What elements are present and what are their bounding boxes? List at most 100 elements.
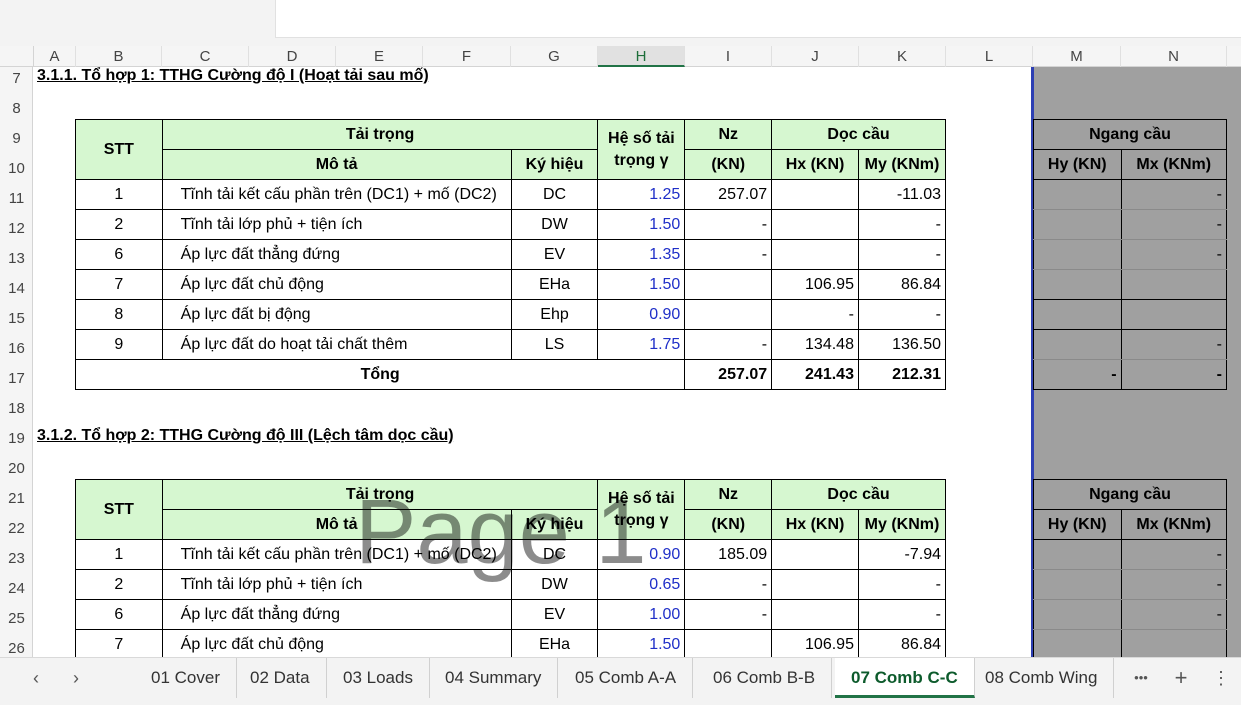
column-header-e[interactable]: E [336, 46, 423, 67]
next-sheet-icon[interactable]: › [58, 658, 94, 698]
cell-mx[interactable]: - [1120, 569, 1228, 600]
cell-hy[interactable] [1033, 539, 1122, 570]
cell-my[interactable]: 136.50 [857, 329, 947, 360]
cell-nz[interactable]: - [684, 239, 773, 270]
tab-06-comb-b-b[interactable]: 06 Comb B-B [697, 658, 833, 698]
more-sheets-icon[interactable]: ••• [1123, 658, 1159, 698]
cell-stt[interactable]: 6 [75, 599, 163, 630]
cell-mx[interactable]: - [1120, 539, 1228, 570]
row-header[interactable]: 16 [0, 334, 33, 364]
cell-desc[interactable]: Tĩnh tải lớp phủ + tiện ích [161, 569, 512, 600]
column-header-n[interactable]: N [1121, 46, 1227, 67]
row-header[interactable]: 7 [0, 64, 33, 94]
cell-hx[interactable]: 106.95 [771, 629, 859, 657]
cell-factor[interactable]: 1.50 [597, 269, 686, 300]
cell-factor[interactable]: 1.35 [597, 239, 686, 270]
cell-sym[interactable]: Ehp [510, 299, 599, 330]
column-header-d[interactable]: D [249, 46, 336, 67]
cell-hy[interactable] [1033, 569, 1122, 600]
cell-desc[interactable]: Tĩnh tải kết cấu phần trên (DC1) + mố (D… [161, 179, 512, 210]
formula-bar[interactable] [275, 0, 1241, 38]
cell-mx[interactable] [1120, 299, 1228, 330]
tab-08-comb-wing[interactable]: 08 Comb Wing [969, 658, 1115, 698]
cell-stt[interactable]: 2 [75, 569, 163, 600]
cell-sym[interactable]: EV [510, 599, 599, 630]
cell-my[interactable]: - [857, 299, 947, 330]
row-header[interactable]: 10 [0, 154, 33, 184]
cell-nz[interactable]: 257.07 [684, 179, 773, 210]
cell-hx[interactable] [771, 239, 859, 270]
cell-mx[interactable]: - [1120, 179, 1228, 210]
cell-stt[interactable]: 7 [75, 269, 163, 300]
column-header-m[interactable]: M [1033, 46, 1121, 67]
cell-desc[interactable]: Áp lực đất chủ động [161, 629, 512, 657]
cell-sym[interactable]: LS [510, 329, 599, 360]
cell-hy[interactable] [1033, 209, 1122, 240]
cell-desc[interactable]: Áp lực đất bị động [161, 299, 512, 330]
cell-nz[interactable] [684, 629, 773, 657]
cell-factor[interactable]: 1.00 [597, 599, 686, 630]
cell-hx[interactable] [771, 569, 859, 600]
cell-desc[interactable]: Tĩnh tải kết cấu phần trên (DC1) + mố (D… [161, 539, 512, 570]
cell-factor[interactable]: 0.90 [597, 539, 686, 570]
cell-desc[interactable]: Áp lực đất thẳng đứng [161, 239, 512, 270]
cell-hx[interactable] [771, 599, 859, 630]
sheet-menu-icon[interactable]: ⋮ [1203, 658, 1239, 698]
cell-hx[interactable] [771, 209, 859, 240]
cell-sym[interactable]: DW [510, 569, 599, 600]
cell-hx[interactable]: 134.48 [771, 329, 859, 360]
cell-stt[interactable]: 1 [75, 539, 163, 570]
row-header[interactable]: 11 [0, 184, 33, 214]
row-header[interactable]: 21 [0, 484, 33, 514]
cell-factor[interactable]: 1.25 [597, 179, 686, 210]
cell-my[interactable]: 86.84 [857, 269, 947, 300]
cell-hy[interactable] [1033, 239, 1122, 270]
total-hy[interactable]: - [1033, 359, 1122, 390]
total-mx[interactable]: - [1120, 359, 1228, 390]
cell-nz[interactable]: 185.09 [684, 539, 773, 570]
cell-hy[interactable] [1033, 629, 1122, 657]
row-header[interactable]: 15 [0, 304, 33, 334]
cell-hy[interactable] [1033, 329, 1122, 360]
row-header[interactable]: 17 [0, 364, 33, 394]
column-header-l[interactable]: L [946, 46, 1033, 67]
cell-my[interactable]: - [857, 239, 947, 270]
tab-07-comb-c-c[interactable]: 07 Comb C-C [835, 658, 975, 698]
cell-factor[interactable]: 1.50 [597, 209, 686, 240]
cell-sym[interactable]: EV [510, 239, 599, 270]
cell-mx[interactable]: - [1120, 209, 1228, 240]
column-header-j[interactable]: J [772, 46, 859, 67]
cell-nz[interactable] [684, 299, 773, 330]
cell-factor[interactable]: 0.90 [597, 299, 686, 330]
cell-sym[interactable]: DW [510, 209, 599, 240]
column-header-k[interactable]: K [859, 46, 946, 67]
row-header[interactable]: 8 [0, 94, 33, 124]
row-header[interactable]: 19 [0, 424, 33, 454]
cell-my[interactable]: -7.94 [857, 539, 947, 570]
cell-hx[interactable] [771, 539, 859, 570]
cell-my[interactable]: 86.84 [857, 629, 947, 657]
column-header-h[interactable]: H [598, 46, 685, 67]
column-header-b[interactable]: B [76, 46, 162, 67]
cell-nz[interactable]: - [684, 569, 773, 600]
tab-03-loads[interactable]: 03 Loads [327, 658, 430, 698]
cell-sym[interactable]: DC [510, 179, 599, 210]
total-hx[interactable]: 241.43 [771, 359, 859, 390]
cell-stt[interactable]: 8 [75, 299, 163, 330]
column-header-a[interactable]: A [34, 46, 76, 67]
tab-05-comb-a-a[interactable]: 05 Comb A-A [559, 658, 694, 698]
cell-hy[interactable] [1033, 599, 1122, 630]
cell-hx[interactable]: 106.95 [771, 269, 859, 300]
row-header[interactable]: 13 [0, 244, 33, 274]
cell-my[interactable]: - [857, 569, 947, 600]
cell-mx[interactable] [1120, 269, 1228, 300]
cell-desc[interactable]: Áp lực đất do hoạt tải chất thêm [161, 329, 512, 360]
column-header-c[interactable]: C [162, 46, 249, 67]
tab-02-data[interactable]: 02 Data [234, 658, 327, 698]
cell-hy[interactable] [1033, 269, 1122, 300]
cell-mx[interactable]: - [1120, 239, 1228, 270]
row-header[interactable]: 18 [0, 394, 33, 424]
add-sheet-icon[interactable]: + [1163, 658, 1199, 698]
cell-nz[interactable] [684, 269, 773, 300]
cell-desc[interactable]: Áp lực đất chủ động [161, 269, 512, 300]
